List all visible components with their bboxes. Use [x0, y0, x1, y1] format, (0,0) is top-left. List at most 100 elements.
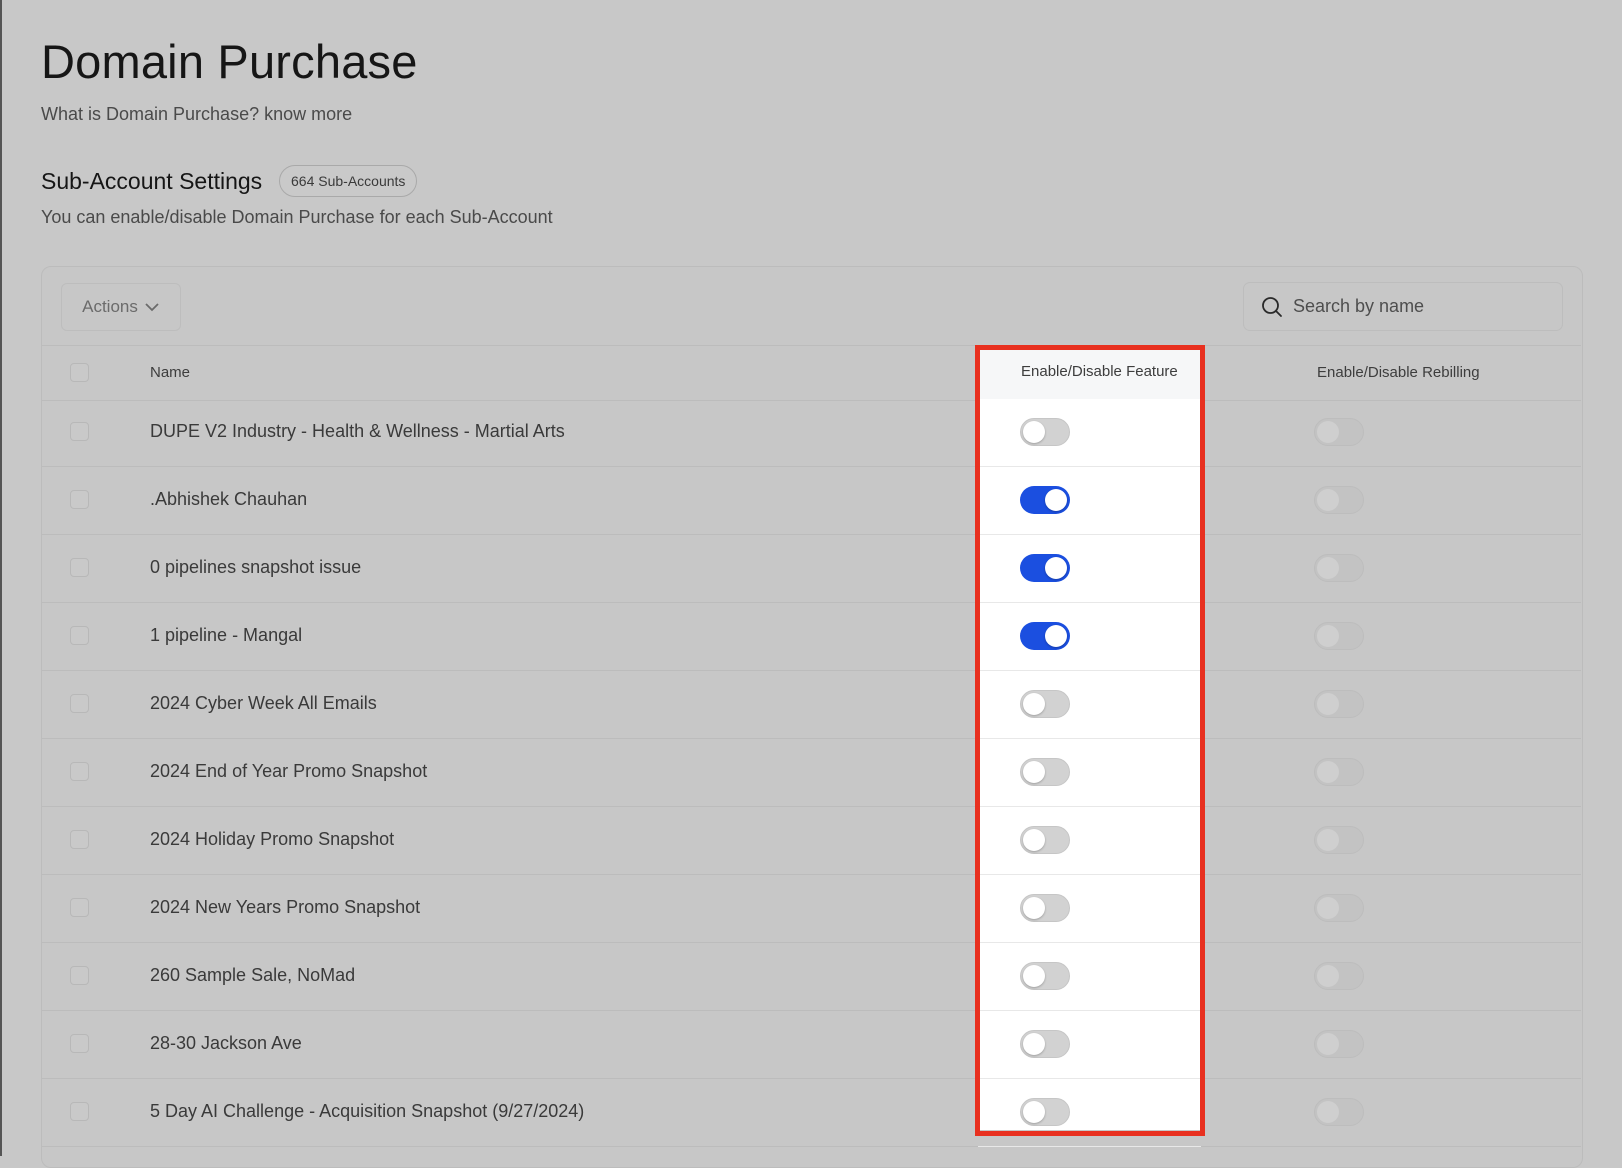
feature-toggle[interactable] — [1020, 1030, 1070, 1058]
table-row: 0 pipelines snapshot issue — [41, 535, 1581, 603]
section-title: Sub-Account Settings — [41, 168, 263, 194]
row-divider — [978, 738, 1201, 739]
toggle-knob — [1023, 829, 1045, 851]
sub-account-name: 5 Day AI Challenge - Acquisition Snapsho… — [150, 1101, 585, 1121]
row-checkbox[interactable] — [70, 626, 89, 645]
table-row: 1 pipeline - Mangal — [41, 603, 1581, 671]
feature-toggle[interactable] — [1020, 758, 1070, 786]
table-row: DUPE V2 Industry - Health & Wellness - M… — [41, 399, 1581, 467]
toggle-knob — [1317, 489, 1339, 511]
toggle-knob — [1317, 625, 1339, 647]
toggle-knob — [1045, 489, 1067, 511]
toggle-knob — [1317, 965, 1339, 987]
toggle-knob — [1023, 965, 1045, 987]
rebilling-toggle[interactable] — [1314, 758, 1364, 786]
search-box[interactable] — [1243, 282, 1563, 331]
feature-toggle[interactable] — [1020, 554, 1070, 582]
row-divider — [978, 806, 1201, 807]
sub-account-name: 28-30 Jackson Ave — [150, 1033, 302, 1053]
search-input[interactable] — [1291, 295, 1545, 318]
section-description: You can enable/disable Domain Purchase f… — [41, 207, 553, 227]
table-row: 2024 Cyber Week All Emails — [41, 671, 1581, 739]
toggle-knob — [1317, 557, 1339, 579]
row-checkbox[interactable] — [70, 1034, 89, 1053]
feature-toggle[interactable] — [1020, 826, 1070, 854]
row-divider — [978, 670, 1201, 671]
sub-account-name: 2024 Holiday Promo Snapshot — [150, 829, 395, 849]
rebilling-toggle[interactable] — [1314, 1098, 1364, 1126]
toggle-knob — [1023, 761, 1045, 783]
table-body: DUPE V2 Industry - Health & Wellness - M… — [41, 399, 1581, 1147]
row-checkbox[interactable] — [70, 422, 89, 441]
rebilling-toggle[interactable] — [1314, 826, 1364, 854]
toggle-knob — [1023, 1101, 1045, 1123]
feature-toggle[interactable] — [1020, 690, 1070, 718]
row-divider — [978, 874, 1201, 875]
page-title: Domain Purchase — [41, 35, 418, 88]
toggle-knob — [1023, 693, 1045, 715]
sub-account-name: DUPE V2 Industry - Health & Wellness - M… — [150, 421, 565, 441]
table-header: Name Enable/Disable Rebilling — [41, 345, 1581, 401]
rebilling-toggle[interactable] — [1314, 554, 1364, 582]
feature-toggle[interactable] — [1020, 962, 1070, 990]
toggle-knob — [1023, 421, 1045, 443]
sub-account-name: 1 pipeline - Mangal — [150, 625, 303, 645]
chevron-down-icon — [145, 303, 159, 312]
actions-dropdown-button[interactable]: Actions — [61, 283, 181, 331]
table-row: 2024 Holiday Promo Snapshot — [41, 807, 1581, 875]
feature-toggle[interactable] — [1020, 894, 1070, 922]
table-row: 5 Day AI Challenge - Acquisition Snapsho… — [41, 1079, 1581, 1147]
window-edge — [0, 0, 2, 1156]
sub-account-name: 2024 New Years Promo Snapshot — [150, 897, 421, 917]
toggle-knob — [1317, 897, 1339, 919]
row-checkbox[interactable] — [70, 490, 89, 509]
toggle-knob — [1023, 897, 1045, 919]
table-row: 2024 New Years Promo Snapshot — [41, 875, 1581, 943]
search-icon — [1262, 296, 1282, 317]
column-header-feature: Enable/Disable Feature — [1021, 363, 1178, 380]
toggle-knob — [1045, 625, 1067, 647]
row-checkbox[interactable] — [70, 1102, 89, 1121]
row-divider — [978, 602, 1201, 603]
column-header-name: Name — [150, 364, 191, 381]
rebilling-toggle[interactable] — [1314, 690, 1364, 718]
sub-account-name: 2024 Cyber Week All Emails — [150, 693, 377, 713]
column-header-rebilling: Enable/Disable Rebilling — [1317, 364, 1480, 381]
rebilling-toggle[interactable] — [1314, 1030, 1364, 1058]
toggle-knob — [1317, 1101, 1339, 1123]
row-checkbox[interactable] — [70, 694, 89, 713]
rebilling-toggle[interactable] — [1314, 486, 1364, 514]
select-all-checkbox[interactable] — [70, 363, 89, 382]
row-checkbox[interactable] — [70, 762, 89, 781]
toggle-knob — [1317, 829, 1339, 851]
feature-toggle[interactable] — [1020, 418, 1070, 446]
table-row: .Abhishek Chauhan — [41, 467, 1581, 535]
feature-toggle[interactable] — [1020, 1098, 1070, 1126]
toggle-knob — [1023, 1033, 1045, 1055]
sub-account-name: 0 pipelines snapshot issue — [150, 557, 362, 577]
row-checkbox[interactable] — [70, 558, 89, 577]
rebilling-toggle[interactable] — [1314, 894, 1364, 922]
page-subtitle: What is Domain Purchase? know more — [41, 104, 353, 124]
toggle-knob — [1045, 557, 1067, 579]
actions-label: Actions — [82, 297, 138, 316]
feature-toggle[interactable] — [1020, 486, 1070, 514]
sub-account-name: 260 Sample Sale, NoMad — [150, 965, 356, 985]
table-row: 2024 End of Year Promo Snapshot — [41, 739, 1581, 807]
row-checkbox[interactable] — [70, 898, 89, 917]
sub-account-name: .Abhishek Chauhan — [150, 489, 308, 509]
rebilling-toggle[interactable] — [1314, 962, 1364, 990]
feature-toggle[interactable] — [1020, 622, 1070, 650]
row-divider — [978, 1146, 1201, 1147]
row-checkbox[interactable] — [70, 966, 89, 985]
row-divider — [978, 466, 1201, 467]
row-divider — [978, 1078, 1201, 1079]
rebilling-toggle[interactable] — [1314, 622, 1364, 650]
sub-account-count-badge: 664 Sub-Accounts — [279, 165, 418, 197]
toggle-knob — [1317, 1033, 1339, 1055]
row-divider — [978, 534, 1201, 535]
rebilling-toggle[interactable] — [1314, 418, 1364, 446]
row-checkbox[interactable] — [70, 830, 89, 849]
table-row: 260 Sample Sale, NoMad — [41, 943, 1581, 1011]
toggle-knob — [1317, 761, 1339, 783]
